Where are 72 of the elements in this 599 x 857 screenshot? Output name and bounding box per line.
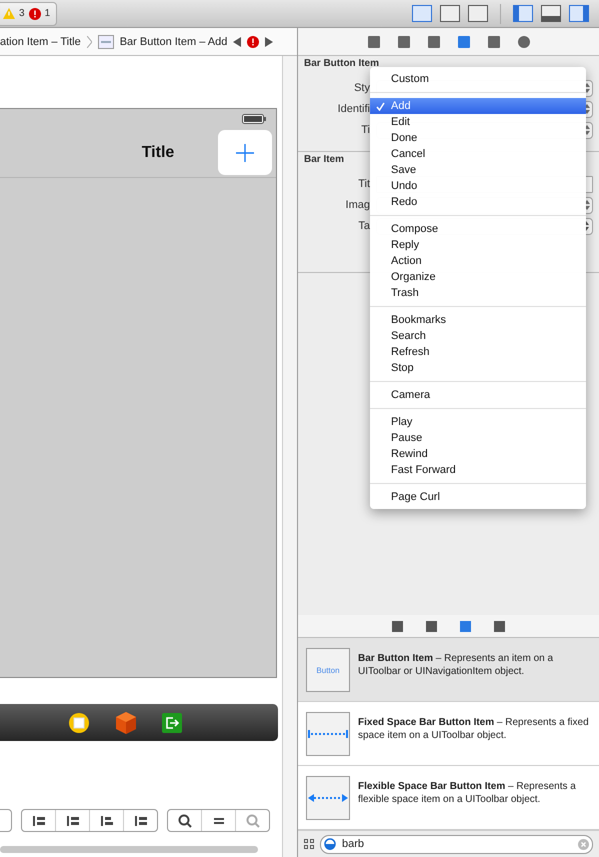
preview-label: Button	[316, 666, 340, 674]
breadcrumb-item[interactable]: Bar Button Item – Add	[120, 36, 228, 48]
search-value: barb	[342, 838, 366, 850]
popup-arrows-icon	[584, 104, 590, 114]
menu-item[interactable]: Refresh	[370, 344, 586, 360]
button-thumbnail-icon	[98, 34, 114, 48]
right-pane-icon[interactable]	[569, 5, 589, 22]
back-arrow-icon[interactable]	[233, 36, 242, 46]
error-count: 1	[44, 8, 50, 19]
popup-arrows-icon	[584, 83, 590, 93]
field-label: Imag	[344, 199, 370, 211]
scrollbar-track[interactable]	[282, 56, 297, 857]
zoom-in-icon	[246, 814, 260, 828]
exit-icon[interactable]	[162, 712, 182, 732]
menu-item[interactable]: Fast Forward	[370, 462, 586, 478]
item-description: Fixed Space Bar Button Item – Represents a fixed space item on a UIToolbar object.	[358, 716, 590, 743]
flexible-space-icon	[308, 793, 348, 803]
warning-count: 3	[19, 8, 25, 19]
menu-item[interactable]: Compose	[370, 221, 586, 237]
nav-title: Title	[142, 144, 174, 162]
menu-item[interactable]: Edit	[370, 114, 586, 130]
menu-item[interactable]: Rewind	[370, 446, 586, 462]
align-icon	[30, 814, 46, 826]
menu-item[interactable]: Action	[370, 253, 586, 269]
field-label: Ti	[360, 124, 370, 136]
menu-item[interactable]: Add	[370, 98, 586, 114]
menu-item[interactable]: Camera	[370, 387, 586, 403]
menu-item[interactable]: Cancel	[370, 146, 586, 162]
battery-icon	[242, 114, 266, 124]
menu-item[interactable]: Stop	[370, 360, 586, 376]
plus-icon	[236, 144, 254, 162]
menu-item[interactable]: Page Curl	[370, 489, 586, 505]
left-pane-icon[interactable]	[513, 5, 533, 22]
menu-item[interactable]: Save	[370, 162, 586, 178]
menu-item[interactable]: Organize	[370, 269, 586, 285]
field-label: Ta	[357, 220, 370, 232]
bottom-pane-icon[interactable]	[541, 5, 561, 22]
warning-icon	[3, 8, 15, 19]
field-label: Tit	[357, 178, 370, 190]
scrollbar[interactable]	[0, 846, 258, 853]
forward-arrow-icon[interactable]	[265, 36, 274, 46]
grid-icon[interactable]	[304, 839, 314, 849]
menu-item[interactable]: Trash	[370, 285, 586, 301]
popup-arrows-icon	[584, 200, 590, 210]
error-icon	[28, 8, 41, 20]
first-responder-icon[interactable]	[68, 712, 90, 734]
menu-item[interactable]: Bookmarks	[370, 312, 586, 328]
menu-item[interactable]: Done	[370, 130, 586, 146]
zoom-out-icon	[178, 814, 192, 828]
menu-item[interactable]: Search	[370, 328, 586, 344]
menu-item[interactable]: Play	[370, 414, 586, 430]
chevron-icon	[86, 36, 92, 48]
error-icon[interactable]	[247, 36, 260, 48]
menu-item[interactable]: Pause	[370, 430, 586, 446]
filter-icon	[324, 838, 336, 850]
field-label: Identifi	[336, 103, 370, 115]
check-icon	[376, 102, 385, 111]
item-description: Bar Button Item – Represents an item on a UIToolbar or UINavigationItem object.	[358, 652, 554, 679]
library-item[interactable]: Button Bar Button Item – Represents an item on a UIToolbar or UINavigationItem object.	[298, 638, 599, 702]
fixed-space-icon	[308, 730, 348, 738]
search-field[interactable]: barb	[320, 834, 593, 854]
menu-item[interactable]: Custom	[370, 71, 586, 87]
breadcrumb-item[interactable]: ation Item – Title	[0, 36, 81, 48]
menu-item[interactable]: Redo	[370, 194, 586, 210]
popup-arrows-icon	[584, 125, 590, 135]
section-title: Bar Item	[304, 154, 344, 165]
item-description: Flexible Space Bar Button Item – Represents a flexible space item on a UIToolbar object.	[358, 780, 577, 807]
field-label: Sty	[353, 82, 370, 94]
section-title: Bar Button Item	[304, 58, 379, 69]
menu-item[interactable]: Undo	[370, 178, 586, 194]
status-pill[interactable]: 3 1	[0, 2, 58, 26]
menu-item[interactable]: Reply	[370, 237, 586, 253]
